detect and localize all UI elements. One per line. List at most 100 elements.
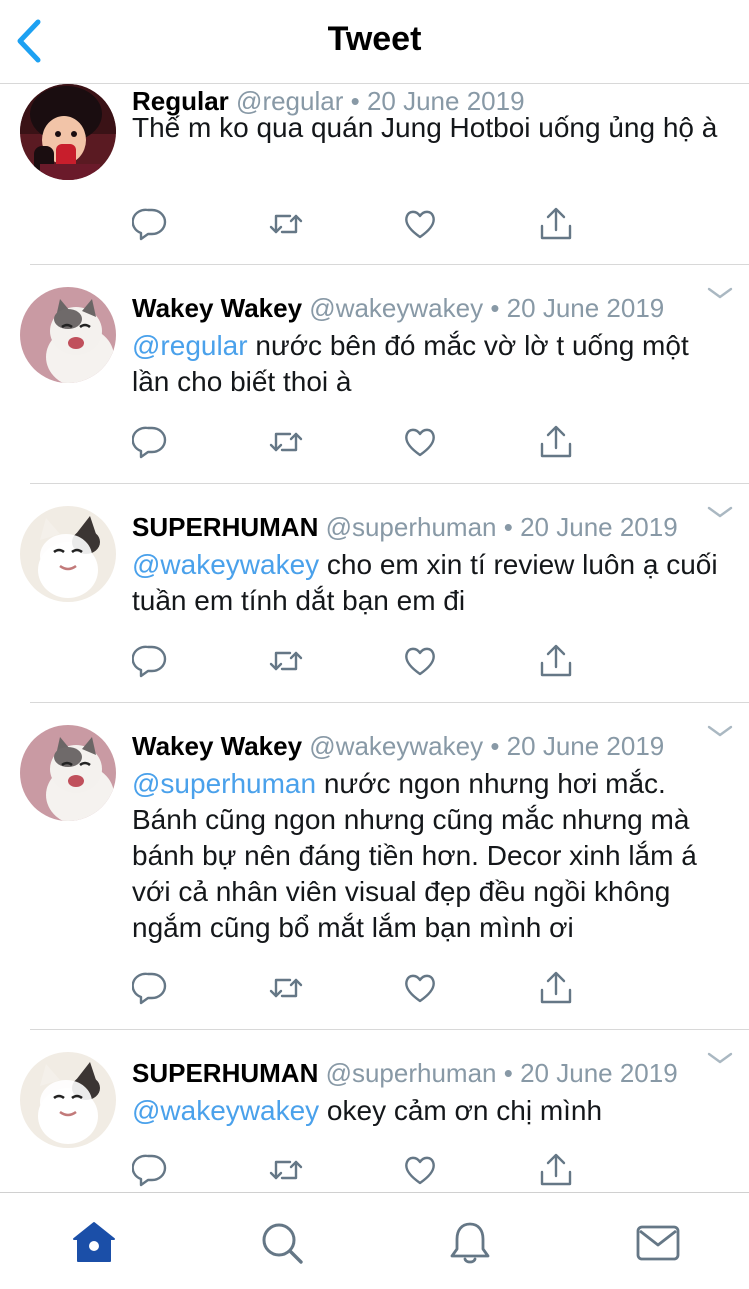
- like-icon: [405, 428, 435, 457]
- retweet-icon: [269, 214, 303, 234]
- like-icon: [405, 647, 435, 676]
- tweet-item[interactable]: SUPERHUMAN @superhuman • 20 June 2019 @w…: [0, 484, 749, 702]
- messages-envelope-icon: [636, 1225, 680, 1261]
- meta-separator: •: [503, 512, 513, 542]
- tweet-actions: [131, 1152, 592, 1192]
- like-button[interactable]: [402, 424, 438, 460]
- tweet-actions: [131, 206, 592, 246]
- home-icon: [73, 1222, 115, 1262]
- retweet-button[interactable]: [268, 643, 304, 679]
- share-icon: [540, 1153, 572, 1186]
- display-name[interactable]: SUPERHUMAN: [132, 1058, 318, 1088]
- retweet-button[interactable]: [268, 424, 304, 460]
- tweet-avatar[interactable]: [20, 1052, 116, 1148]
- share-button[interactable]: [538, 1152, 574, 1188]
- cartoon-girl-avatar-icon: [20, 84, 116, 180]
- share-icon: [540, 425, 572, 458]
- share-icon: [540, 971, 572, 1004]
- display-name[interactable]: SUPERHUMAN: [132, 512, 318, 542]
- reply-button[interactable]: [131, 1152, 168, 1188]
- share-icon: [540, 644, 572, 677]
- like-button[interactable]: [402, 206, 438, 242]
- chevron-down-icon[interactable]: [705, 502, 735, 522]
- tweet-date: 20 June 2019: [520, 1058, 678, 1088]
- like-button[interactable]: [402, 1152, 438, 1188]
- tweet-text: @regular nước bên đó mắc vờ lờ t uống mộ…: [132, 328, 732, 400]
- reply-button[interactable]: [131, 424, 168, 460]
- tweet-meta: Wakey Wakey @wakeywakey • 20 June 2019: [132, 293, 664, 323]
- like-button[interactable]: [402, 970, 438, 1006]
- mention-link[interactable]: @regular: [132, 330, 248, 361]
- tweet-text: @wakeywakey cho em xin tí review luôn ạ …: [132, 547, 732, 619]
- tweet-avatar[interactable]: [20, 84, 116, 180]
- user-handle[interactable]: @superhuman: [326, 512, 497, 542]
- chevron-down-icon[interactable]: [705, 721, 735, 741]
- user-handle[interactable]: @wakeywakey: [309, 293, 483, 323]
- smiling-cat-avatar-icon: [20, 506, 116, 602]
- like-button[interactable]: [402, 643, 438, 679]
- tweet-feed[interactable]: Regular @regular • 20 June 2019 Thế m ko…: [0, 84, 749, 1192]
- reply-button[interactable]: [131, 970, 168, 1006]
- share-button[interactable]: [538, 643, 574, 679]
- like-icon: [405, 1156, 435, 1185]
- search-icon: [262, 1223, 303, 1264]
- tweet-date: 20 June 2019: [520, 512, 678, 542]
- tweet-date: 20 June 2019: [506, 293, 665, 323]
- tweet-meta: SUPERHUMAN @superhuman • 20 June 2019: [132, 512, 678, 542]
- retweet-icon: [269, 1160, 303, 1180]
- retweet-icon: [269, 978, 303, 998]
- mention-link[interactable]: @wakeywakey: [132, 549, 319, 580]
- meta-separator: •: [503, 1058, 513, 1088]
- smiling-cat-avatar-icon: [20, 1052, 116, 1148]
- share-button[interactable]: [538, 206, 574, 242]
- user-handle[interactable]: @wakeywakey: [309, 731, 483, 761]
- tweet-actions: [131, 424, 592, 464]
- reply-icon: [131, 645, 167, 678]
- tweet-item[interactable]: Wakey Wakey @wakeywakey • 20 June 2019 @…: [0, 265, 749, 483]
- share-button[interactable]: [538, 424, 574, 460]
- chevron-down-icon[interactable]: [705, 1048, 735, 1068]
- reply-icon: [131, 426, 167, 459]
- laughing-cat-avatar-icon: [20, 725, 116, 821]
- tweet-item[interactable]: Wakey Wakey @wakeywakey • 20 June 2019 @…: [0, 703, 749, 1029]
- page-title: Tweet: [327, 20, 422, 58]
- tweet-avatar[interactable]: [20, 506, 116, 602]
- tweet-body: Thế m ko qua quán Jung Hotboi uống ủng h…: [132, 112, 718, 143]
- tab-notifications[interactable]: [446, 1219, 494, 1267]
- meta-separator: •: [490, 731, 500, 761]
- retweet-button[interactable]: [268, 206, 304, 242]
- retweet-button[interactable]: [268, 970, 304, 1006]
- display-name[interactable]: Wakey Wakey: [132, 731, 302, 761]
- tweet-text: @wakeywakey okey cảm ơn chị mình: [132, 1093, 732, 1129]
- reply-icon: [131, 972, 167, 1005]
- tab-home[interactable]: [70, 1219, 118, 1267]
- tab-search[interactable]: [258, 1219, 306, 1267]
- user-handle[interactable]: @superhuman: [326, 1058, 497, 1088]
- notifications-bell-icon: [450, 1222, 490, 1264]
- mention-link[interactable]: @superhuman: [132, 768, 316, 799]
- reply-button[interactable]: [131, 643, 168, 679]
- retweet-button[interactable]: [268, 1152, 304, 1188]
- mention-link[interactable]: @wakeywakey: [132, 1095, 319, 1126]
- tweet-meta: Wakey Wakey @wakeywakey • 20 June 2019: [132, 731, 664, 761]
- tweet-actions: [131, 970, 592, 1010]
- tweet-text: Thế m ko qua quán Jung Hotboi uống ủng h…: [132, 110, 732, 146]
- meta-separator: •: [490, 293, 500, 323]
- reply-button[interactable]: [131, 206, 168, 242]
- retweet-icon: [269, 651, 303, 671]
- reply-icon: [131, 1154, 167, 1187]
- tweet-item[interactable]: SUPERHUMAN @superhuman • 20 June 2019 @w…: [0, 1030, 749, 1192]
- share-icon: [540, 207, 572, 240]
- tweet-date: 20 June 2019: [506, 731, 665, 761]
- display-name[interactable]: Wakey Wakey: [132, 293, 302, 323]
- share-button[interactable]: [538, 970, 574, 1006]
- chevron-down-icon[interactable]: [705, 283, 735, 303]
- tab-messages[interactable]: [634, 1219, 682, 1267]
- reply-icon: [131, 208, 167, 241]
- tweet-item[interactable]: Regular @regular • 20 June 2019 Thế m ko…: [0, 84, 749, 265]
- tweet-actions: [131, 643, 592, 683]
- laughing-cat-avatar-icon: [20, 287, 116, 383]
- tweet-avatar[interactable]: [20, 287, 116, 383]
- tweet-avatar[interactable]: [20, 725, 116, 821]
- retweet-icon: [269, 432, 303, 452]
